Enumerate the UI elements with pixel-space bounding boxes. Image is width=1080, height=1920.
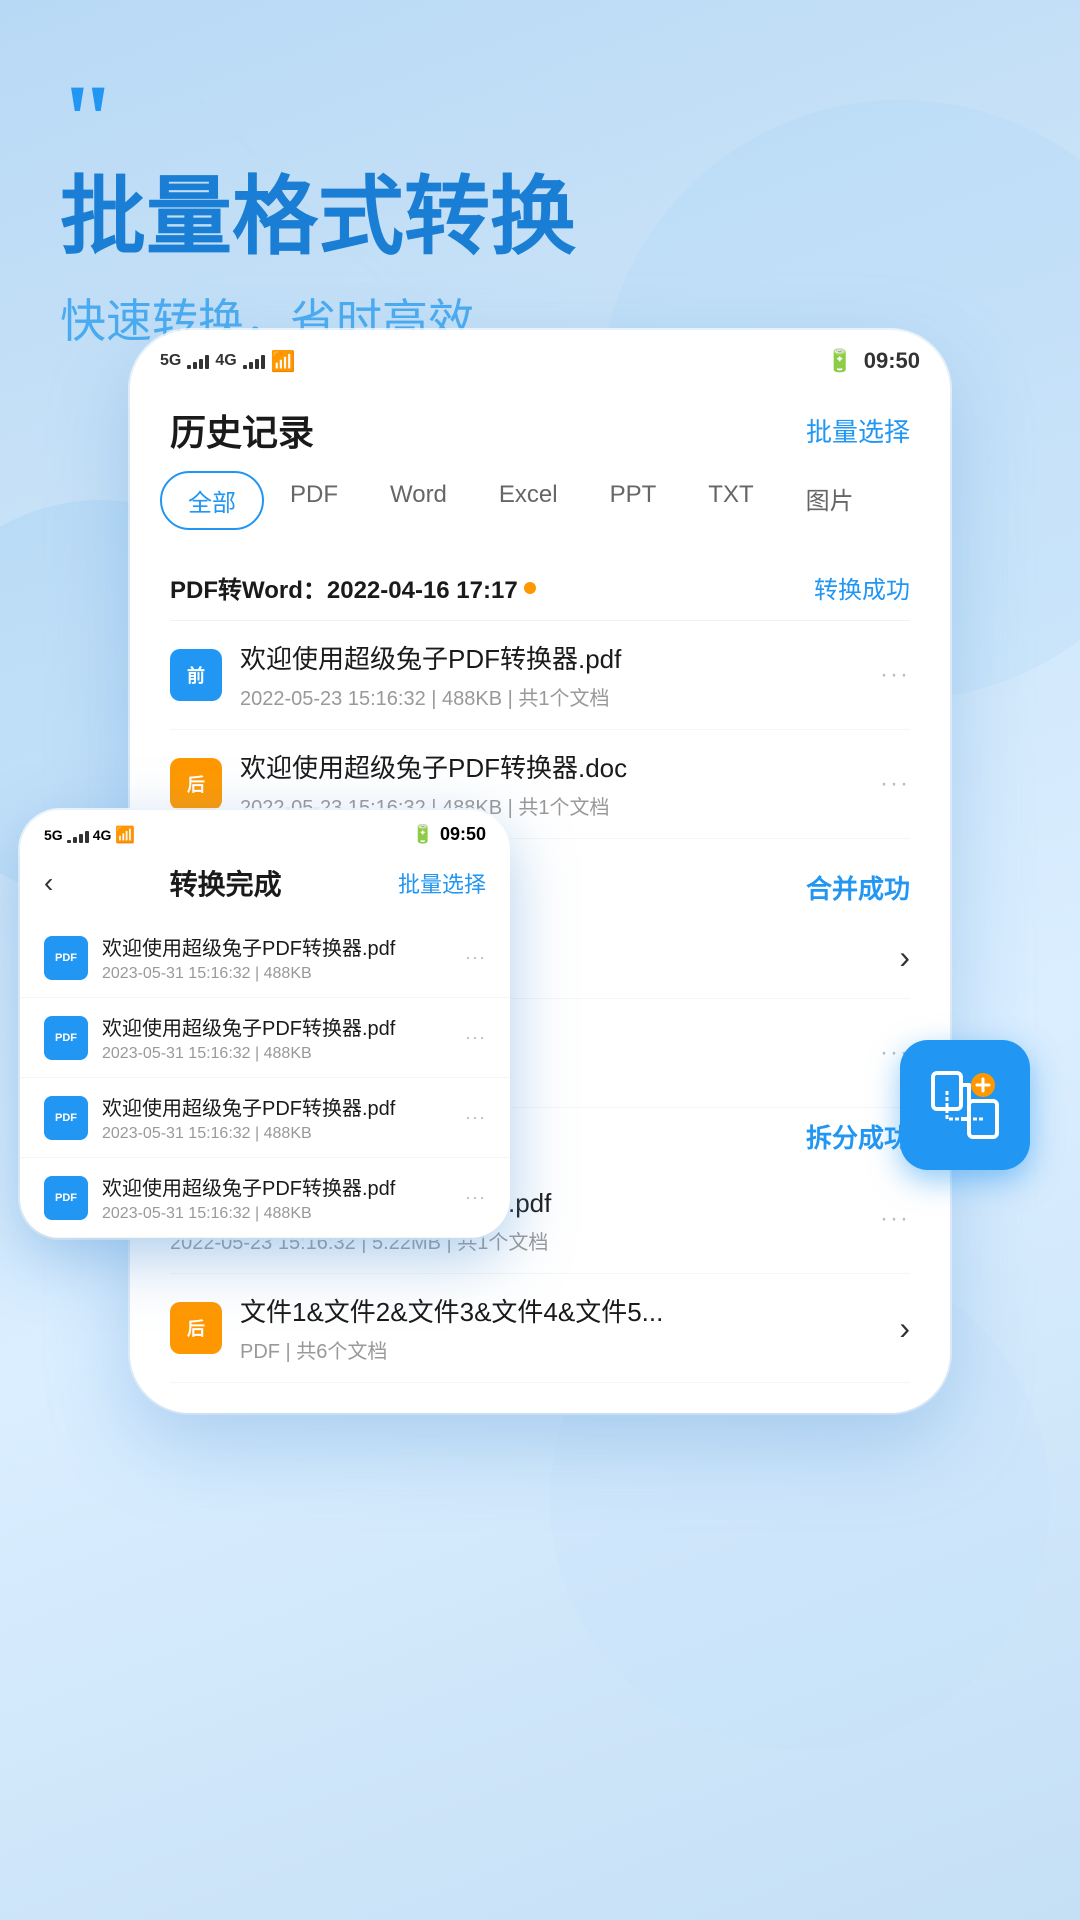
- sec-file-info-3: 欢迎使用超级兔子PDF转换器.pdf 2023-05-31 15:16:32 |…: [102, 1092, 465, 1143]
- phone-header: 历史记录 批量选择: [130, 384, 950, 471]
- network-5g: 5G: [160, 352, 181, 370]
- merge-icon-container: [900, 1040, 1030, 1170]
- secondary-batch-select[interactable]: 批量选择: [398, 867, 486, 899]
- sec-file-item-1[interactable]: PDF 欢迎使用超级兔子PDF转换器.pdf 2023-05-31 15:16:…: [20, 918, 510, 998]
- secondary-header: ‹ 转换完成 批量选择: [20, 853, 510, 918]
- file-info-before: 欢迎使用超级兔子PDF转换器.pdf 2022-05-23 15:16:32 |…: [240, 639, 880, 711]
- notification-dot: [524, 582, 536, 594]
- tab-excel[interactable]: Excel: [473, 471, 584, 530]
- sec-more-icon-3[interactable]: ···: [465, 1107, 486, 1128]
- status-right: 🔋 09:50: [826, 348, 920, 374]
- pdf-badge-4: PDF: [44, 1176, 88, 1220]
- pdf-badge-2: PDF: [44, 1016, 88, 1060]
- sec-more-icon-1[interactable]: ···: [465, 947, 486, 968]
- badge-after: 后: [170, 758, 222, 810]
- conversion-status: 转换成功: [814, 570, 910, 605]
- sec-status-left: 5G 4G 📶: [44, 825, 135, 845]
- tab-txt[interactable]: TXT: [682, 471, 779, 530]
- page-title: 历史记录: [170, 404, 314, 456]
- file-info-merge2: 文件1&文件2&文件3&文件4&文件5... PDF | 共6个文档: [240, 1292, 899, 1364]
- merge-multi-file[interactable]: 后 文件1&文件2&文件3&文件4&文件5... PDF | 共6个文档 ›: [170, 1274, 910, 1383]
- secondary-status-bar: 5G 4G 📶 🔋 09:50: [20, 810, 510, 853]
- tab-all[interactable]: 全部: [160, 471, 264, 530]
- arrow-right-icon[interactable]: ›: [899, 939, 910, 976]
- file-item-before[interactable]: 前 欢迎使用超级兔子PDF转换器.pdf 2022-05-23 15:16:32…: [170, 621, 910, 730]
- sec-file-info-1: 欢迎使用超级兔子PDF转换器.pdf 2023-05-31 15:16:32 |…: [102, 932, 465, 983]
- secondary-file-list: PDF 欢迎使用超级兔子PDF转换器.pdf 2023-05-31 15:16:…: [20, 918, 510, 1238]
- more-options-icon-2[interactable]: ···: [880, 770, 910, 798]
- time-display: 09:50: [864, 348, 920, 374]
- sec-file-info-4: 欢迎使用超级兔子PDF转换器.pdf 2023-05-31 15:16:32 |…: [102, 1172, 465, 1223]
- group-header: PDF转Word：2022-04-16 17:17 转换成功: [170, 550, 910, 621]
- sec-status-right: 🔋 09:50: [412, 824, 486, 845]
- sec-file-meta-2: 2023-05-31 15:16:32 | 488KB: [102, 1045, 465, 1063]
- merge-success-label: 合并成功: [806, 869, 910, 906]
- sec-more-icon-2[interactable]: ···: [465, 1027, 486, 1048]
- sec-file-name-2: 欢迎使用超级兔子PDF转换器.pdf: [102, 1012, 465, 1041]
- sec-file-item-4[interactable]: PDF 欢迎使用超级兔子PDF转换器.pdf 2023-05-31 15:16:…: [20, 1158, 510, 1238]
- sec-network-4g: 4G: [93, 827, 112, 843]
- merge-icon-box: [900, 1040, 1030, 1170]
- signal-bars: [243, 353, 265, 369]
- filter-tabs: 全部 PDF Word Excel PPT TXT 图片: [130, 471, 950, 550]
- sec-file-item-3[interactable]: PDF 欢迎使用超级兔子PDF转换器.pdf 2023-05-31 15:16:…: [20, 1078, 510, 1158]
- battery-icon: 🔋: [826, 348, 853, 374]
- sec-file-item-2[interactable]: PDF 欢迎使用超级兔子PDF转换器.pdf 2023-05-31 15:16:…: [20, 998, 510, 1078]
- file-name-before: 欢迎使用超级兔子PDF转换器.pdf: [240, 639, 880, 676]
- sec-more-icon-4[interactable]: ···: [465, 1187, 486, 1208]
- file-name-after: 欢迎使用超级兔子PDF转换器.doc: [240, 748, 880, 785]
- sec-file-name-4: 欢迎使用超级兔子PDF转换器.pdf: [102, 1172, 465, 1201]
- sec-file-name-3: 欢迎使用超级兔子PDF转换器.pdf: [102, 1092, 465, 1121]
- batch-select-button[interactable]: 批量选择: [806, 412, 910, 449]
- quote-mark: ": [60, 80, 1020, 160]
- arrow-right-icon-2[interactable]: ›: [899, 1310, 910, 1347]
- file-meta-before: 2022-05-23 15:16:32 | 488KB | 共1个文档: [240, 682, 880, 711]
- status-left: 5G 4G 📶: [160, 349, 296, 374]
- signal-bars-4g: [187, 353, 209, 369]
- tab-pdf[interactable]: PDF: [264, 471, 364, 530]
- more-options-icon-4[interactable]: ···: [880, 1205, 910, 1233]
- sec-battery-icon: 🔋: [412, 824, 434, 845]
- wifi-icon: 📶: [271, 349, 296, 374]
- group-title: PDF转Word：2022-04-16 17:17: [170, 570, 518, 605]
- sec-file-meta-3: 2023-05-31 15:16:32 | 488KB: [102, 1125, 465, 1143]
- sec-file-name-1: 欢迎使用超级兔子PDF转换器.pdf: [102, 932, 465, 961]
- tab-ppt[interactable]: PPT: [584, 471, 683, 530]
- sec-time: 09:50: [440, 824, 486, 845]
- sec-file-meta-1: 2023-05-31 15:16:32 | 488KB: [102, 965, 465, 983]
- status-bar: 5G 4G 📶 🔋 09:50: [130, 330, 950, 384]
- pdf-badge-3: PDF: [44, 1096, 88, 1140]
- more-options-icon[interactable]: ···: [880, 661, 910, 689]
- badge-before: 前: [170, 649, 222, 701]
- sec-wifi-icon: 📶: [115, 825, 135, 845]
- sec-network-5g: 5G: [44, 827, 63, 843]
- headline: 批量格式转换: [60, 170, 1020, 265]
- share-merge-icon: [925, 1065, 1005, 1145]
- split-success-label: 拆分成功: [806, 1118, 910, 1155]
- file-meta-merge2: PDF | 共6个文档: [240, 1335, 899, 1364]
- badge-merge: 后: [170, 1302, 222, 1354]
- secondary-phone-mockup: 5G 4G 📶 🔋 09:50 ‹ 转换完成 批量选择 PDF 欢迎使: [20, 810, 510, 1238]
- sec-signal-bars: [67, 827, 89, 843]
- back-button[interactable]: ‹: [44, 867, 53, 899]
- sec-file-meta-4: 2023-05-31 15:16:32 | 488KB: [102, 1205, 465, 1223]
- tab-word[interactable]: Word: [364, 471, 473, 530]
- sec-file-info-2: 欢迎使用超级兔子PDF转换器.pdf 2023-05-31 15:16:32 |…: [102, 1012, 465, 1063]
- pdf-badge-1: PDF: [44, 936, 88, 980]
- file-name-merge2: 文件1&文件2&文件3&文件4&文件5...: [240, 1292, 899, 1329]
- network-4g: 4G: [215, 352, 236, 370]
- secondary-title: 转换完成: [170, 863, 282, 903]
- tab-image[interactable]: 图片: [780, 471, 880, 530]
- bottom-merge: 后 文件1&文件2&文件3&文件4&文件5... PDF | 共6个文档 ›: [130, 1274, 950, 1413]
